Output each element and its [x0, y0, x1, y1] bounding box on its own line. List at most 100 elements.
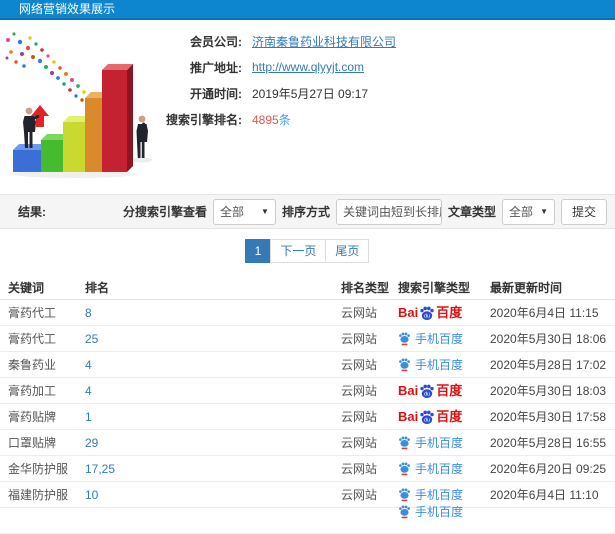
baidu-mobile-logo: 手机百度	[398, 456, 463, 482]
baidu-mobile-label: 手机百度	[415, 436, 464, 450]
table-row: 膏药加工 4 云网站 Bai du 百度 2020年5月30日 18:03	[0, 378, 615, 404]
person-right	[136, 115, 148, 158]
rank-link[interactable]: 17,25	[85, 456, 115, 482]
baidu-mobile-label: 手机百度	[415, 332, 464, 346]
baidu-mobile-paw-icon	[399, 436, 410, 450]
table-row: 膏药代工 8 云网站 Bai du 百度 2020年6月4日 11:15	[0, 300, 615, 326]
col-header-updated: 最新更新时间	[490, 281, 563, 295]
bar-red	[102, 64, 133, 172]
baidu-bai-text: Bai	[398, 409, 419, 424]
rank-link[interactable]: 29	[85, 430, 98, 456]
baidu-mobile-paw-icon	[399, 332, 410, 346]
baidu-bai-text: Bai	[398, 383, 419, 398]
rank-link[interactable]: 8	[85, 300, 92, 326]
table-row: 膏药代工 25 云网站 手机百度 2020年5月30日 18:06	[0, 326, 615, 352]
filter-controls: 分搜索引擎查看 全部 ▼ 排序方式 关键词由短到长排序 ▼ 文章类型 全部 ▼ …	[122, 198, 607, 225]
updated-time-cell: 2020年6月20日 09:25	[490, 462, 607, 476]
col-header-rank-type: 排名类型	[341, 281, 390, 295]
keyword-cell: 秦鲁药业	[8, 358, 57, 372]
rank-link[interactable]: 1	[85, 404, 92, 430]
rank-link[interactable]: 4	[85, 378, 92, 404]
engine-type-cell: 手机百度	[398, 456, 463, 482]
svg-text:du: du	[424, 313, 430, 319]
table-row: 福建防护服 10 云网站 手机百度 2020年6月4日 11:10	[0, 482, 615, 508]
updated-time-cell: 2020年6月4日 11:15	[490, 306, 599, 320]
engine-type-cell: Bai du 百度	[398, 404, 462, 430]
article-type-select-value: 全部	[508, 205, 533, 219]
col-header-engine-type: 搜索引擎类型	[398, 281, 471, 295]
engine-type-cell: Bai du 百度	[398, 378, 462, 404]
article-type-select[interactable]: 全部 ▼	[501, 198, 555, 225]
baidu-mobile-paw-icon	[399, 505, 410, 519]
rank-count-number: 4895	[252, 112, 279, 127]
chevron-down-icon: ▼	[261, 207, 269, 216]
svg-text:du: du	[424, 391, 430, 397]
open-time-value: 2019年5月27日 09:17	[252, 86, 369, 101]
open-time-field: 开通时间: 2019年5月27日 09:17	[162, 80, 396, 106]
open-time-label: 开通时间:	[190, 86, 242, 101]
confetti-dots	[5, 32, 86, 102]
table-row: 金华防护服 17,25 云网站 手机百度 2020年6月20日 09:25	[0, 456, 615, 482]
updated-time-cell: 2020年5月28日 16:55	[490, 436, 607, 450]
rank-type-cell: 云网站	[341, 306, 378, 320]
baidu-mobile-paw-icon	[399, 358, 410, 372]
rank-link[interactable]: 4	[85, 352, 92, 378]
col-header-keyword: 关键词	[8, 281, 45, 295]
next-page-button[interactable]: 下一页	[270, 239, 327, 263]
sort-select-value: 关键词由短到长排序	[342, 205, 442, 219]
baidu-pc-logo: Bai du 百度	[398, 404, 462, 430]
rank-count-unit: 条	[278, 112, 291, 127]
chevron-down-icon: ▼	[540, 207, 548, 216]
baidu-cn-text: 百度	[436, 305, 463, 320]
rank-type-cell: 云网站	[341, 384, 378, 398]
bar-chart-illustration	[5, 32, 152, 178]
rank-count-value: 4895条	[252, 111, 291, 128]
engine-type-cell: 手机百度	[398, 326, 463, 352]
keyword-rank-table: 关键词 排名 排名类型 搜索引擎类型 最新更新时间 膏药代工 8 云网站 Bai…	[0, 276, 615, 534]
company-link[interactable]: 济南秦鲁药业科技有限公司	[252, 33, 396, 50]
promo-url-link[interactable]: http://www.qlyyjt.com	[252, 60, 364, 74]
rank-type-cell: 云网站	[341, 410, 378, 424]
baidu-bai-text: Bai	[398, 305, 419, 320]
baidu-paw-icon: du	[420, 306, 434, 320]
rank-type-cell: 云网站	[341, 488, 378, 502]
updated-time-cell: 2020年5月28日 17:02	[490, 358, 607, 372]
baidu-mobile-logo: 手机百度	[398, 326, 463, 352]
updated-time-cell: 2020年5月30日 18:06	[490, 332, 607, 346]
rank-link[interactable]: 10	[85, 482, 98, 508]
table-header: 关键词 排名 排名类型 搜索引擎类型 最新更新时间	[0, 276, 615, 300]
baidu-mobile-label: 手机百度	[415, 358, 464, 372]
sort-label: 排序方式	[281, 205, 330, 219]
svg-text:du: du	[424, 417, 430, 423]
engine-select[interactable]: 全部 ▼	[212, 198, 276, 225]
pagination: 1 下一页 尾页	[0, 239, 615, 263]
updated-time-cell: 2020年5月30日 17:58	[490, 410, 607, 424]
engine-type-cell: Bai du 百度	[398, 300, 462, 326]
sort-select[interactable]: 关键词由短到长排序 ▼	[335, 198, 442, 225]
submit-button[interactable]: 提交	[560, 198, 607, 225]
rank-type-cell: 云网站	[341, 332, 378, 346]
keyword-cell: 膏药贴牌	[8, 410, 57, 424]
keyword-cell: 口罩贴牌	[8, 436, 57, 450]
baidu-mobile-logo: 手机百度	[398, 430, 463, 456]
promo-url-field: 推广地址: http://www.qlyyjt.com	[162, 54, 396, 80]
article-type-label: 文章类型	[447, 205, 496, 219]
engine-filter-label: 分搜索引擎查看	[122, 205, 207, 219]
table-body: 膏药代工 8 云网站 Bai du 百度 2020年6月4日 11:15 膏药代…	[0, 300, 615, 534]
baidu-mobile-paw-icon	[399, 462, 410, 476]
engine-select-value: 全部	[219, 205, 244, 219]
page-1-button[interactable]: 1	[244, 239, 272, 263]
baidu-mobile-label: 手机百度	[415, 462, 464, 476]
rank-link[interactable]: 25	[85, 326, 98, 352]
baidu-mobile-logo: 手机百度	[398, 499, 463, 525]
rank-type-cell: 云网站	[341, 358, 378, 372]
table-row: 手机百度	[0, 505, 615, 534]
keyword-cell: 膏药加工	[8, 384, 57, 398]
updated-time-cell: 2020年6月4日 11:10	[490, 488, 599, 502]
rank-count-label: 搜索引擎排名:	[166, 112, 242, 127]
table-row: 秦鲁药业 4 云网站 手机百度 2020年5月28日 17:02	[0, 352, 615, 378]
table-row: 膏药贴牌 1 云网站 Bai du 百度 2020年5月30日 17:58	[0, 404, 615, 430]
last-page-button[interactable]: 尾页	[325, 239, 370, 263]
baidu-mobile-label: 手机百度	[415, 505, 464, 519]
engine-type-cell: 手机百度	[398, 352, 463, 378]
